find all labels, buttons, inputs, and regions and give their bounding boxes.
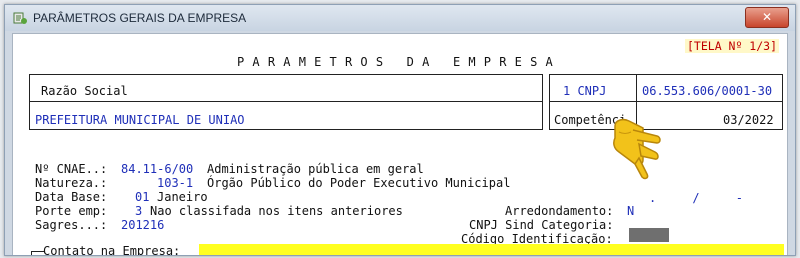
arredondamento-value[interactable]: N — [627, 204, 634, 218]
cnpj-sind-value[interactable]: . / - — [649, 191, 743, 205]
database-code[interactable]: 01 — [135, 190, 149, 204]
title-bar: PARÂMETROS GERAIS DA EMPRESA ✕ — [5, 5, 795, 31]
contato-label: Contato na Empresa: — [43, 244, 181, 256]
cnae-description: Administração pública em geral — [207, 162, 424, 176]
natureza-description: Órgão Público do Poder Executivo Municip… — [207, 176, 511, 190]
porte-description: Nao classifada nos itens anteriores — [150, 204, 403, 218]
screen-heading: PARAMETROS DA EMPRESA — [237, 55, 561, 69]
divider — [30, 101, 542, 102]
cnae-code[interactable]: 84.11-6/00 — [121, 162, 193, 176]
cnpj-value[interactable]: 06.553.606/0001-30 — [642, 84, 772, 98]
cnpj-sind-label: CNPJ Sind Categoria: — [469, 218, 614, 232]
app-icon — [13, 12, 27, 24]
cnpj-label: 1 CNPJ — [563, 84, 607, 98]
window-title: PARÂMETROS GERAIS DA EMPRESA — [33, 11, 247, 25]
natureza-code[interactable]: 103-1 — [157, 176, 193, 190]
cnae-label: Nº CNAE..: — [35, 162, 108, 176]
codigo-identificacao-field[interactable] — [629, 228, 669, 242]
close-icon: ✕ — [761, 10, 773, 24]
screen-number: [TELA Nº 1/3] — [685, 39, 780, 53]
porte-code[interactable]: 3 — [135, 204, 142, 218]
razao-social-label: Razão Social — [41, 84, 128, 98]
window: PARÂMETROS GERAIS DA EMPRESA ✕ [TELA Nº … — [4, 4, 796, 256]
porte-label: Porte emp: — [35, 204, 108, 218]
pointing-hand-cursor-icon — [613, 118, 661, 180]
close-button[interactable]: ✕ — [745, 7, 789, 28]
sagres-label: Sagres...: — [35, 218, 108, 232]
arredondamento-label: Arredondamento: — [505, 204, 614, 218]
database-description: Janeiro — [157, 190, 208, 204]
terminal-screen: [TELA Nº 1/3] PARAMETROS DA EMPRESA Razã… — [12, 33, 788, 256]
contato-highlight-field[interactable] — [199, 244, 784, 255]
competencia-value[interactable]: 03/2022 — [723, 113, 774, 127]
razao-social-value[interactable]: PREFEITURA MUNICIPAL DE UNIAO — [35, 113, 245, 127]
divider — [550, 101, 782, 102]
database-label: Data Base: — [35, 190, 108, 204]
sagres-value[interactable]: 201216 — [121, 218, 164, 232]
natureza-label: Natureza.: — [35, 176, 108, 190]
